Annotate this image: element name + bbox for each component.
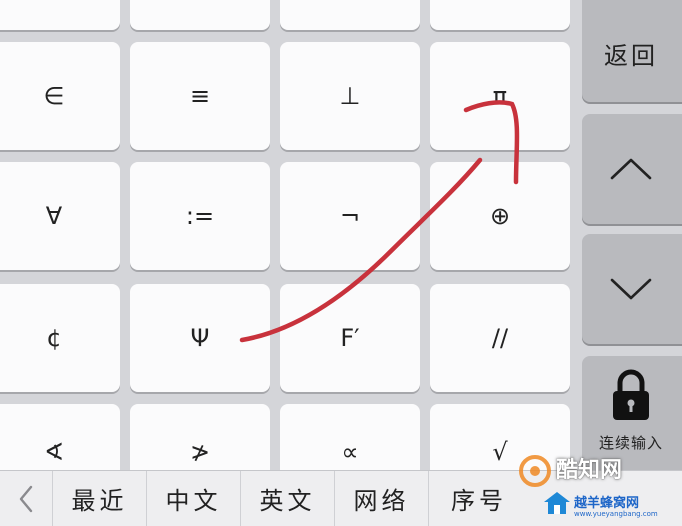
category-bar: 最近 中文 英文 网络 序号 [0, 470, 682, 526]
symbol-key-partial[interactable] [130, 0, 270, 30]
symbol-key-partial[interactable] [0, 0, 120, 30]
symbol-key-element-of[interactable]: ∈ [0, 42, 120, 150]
tab-network[interactable]: 网络 [334, 470, 428, 526]
back-button[interactable]: 返回 [582, 0, 682, 102]
key-label: Ψ [190, 324, 210, 352]
symbol-key-pi[interactable]: π [430, 42, 570, 150]
back-button-label: 返回 [604, 41, 658, 70]
symbol-key-psi[interactable]: Ψ [130, 284, 270, 392]
key-label: ≡ [189, 82, 211, 110]
key-label: ≯ [189, 438, 211, 466]
symbol-key-perpendicular[interactable]: ⊥ [280, 42, 420, 150]
continuous-input-content: 连续输入 [599, 368, 663, 453]
key-label: ∢ [43, 438, 65, 466]
tab-label: 最近 [71, 487, 128, 515]
tab-label: 中文 [165, 487, 222, 515]
chevron-up-icon [610, 158, 652, 180]
key-label: // [491, 324, 509, 352]
symbol-key-parallel[interactable]: // [430, 284, 570, 392]
tab-serial-number[interactable]: 序号 [428, 470, 522, 526]
tab-english[interactable]: 英文 [240, 470, 334, 526]
symbol-keyboard: ∈ ≡ ⊥ π ∀ := ¬ ⊕ ¢ Ψ F′ // ∢ ≯ ∝ √ 返回 连续… [0, 0, 682, 526]
key-label: ⊥ [339, 82, 361, 110]
symbol-key-partial[interactable] [280, 0, 420, 30]
symbol-key-identical[interactable]: ≡ [130, 42, 270, 150]
continuous-input-button[interactable]: 连续输入 [582, 356, 682, 486]
key-label: ¬ [339, 202, 361, 230]
tab-recent[interactable]: 最近 [52, 470, 146, 526]
symbol-key-cent[interactable]: ¢ [0, 284, 120, 392]
symbol-key-f-prime[interactable]: F′ [280, 284, 420, 392]
page-down-button[interactable] [582, 234, 682, 344]
lock-icon [612, 369, 649, 420]
symbol-key-define[interactable]: := [130, 162, 270, 270]
chevron-left-icon [19, 485, 33, 512]
symbol-key-circled-plus[interactable]: ⊕ [430, 162, 570, 270]
chevron-down-icon [610, 278, 652, 300]
key-label: F′ [340, 324, 360, 352]
symbol-key-partial[interactable] [430, 0, 570, 30]
key-label: ∝ [341, 438, 359, 466]
symbol-key-for-all[interactable]: ∀ [0, 162, 120, 270]
key-label: := [185, 202, 215, 230]
continuous-input-label: 连续输入 [598, 434, 663, 452]
tab-label: 网络 [353, 487, 410, 515]
key-label: ⊕ [489, 202, 511, 230]
page-up-button[interactable] [582, 114, 682, 224]
key-label: ∈ [43, 82, 65, 110]
tab-label: 英文 [259, 487, 316, 515]
key-label: ∀ [45, 202, 63, 230]
tab-chinese[interactable]: 中文 [146, 470, 240, 526]
tab-label: 序号 [451, 487, 507, 515]
category-back-button[interactable] [0, 471, 52, 526]
key-label: ¢ [46, 324, 62, 352]
symbol-key-not[interactable]: ¬ [280, 162, 420, 270]
key-label: √ [492, 438, 508, 466]
key-label: π [492, 82, 508, 110]
